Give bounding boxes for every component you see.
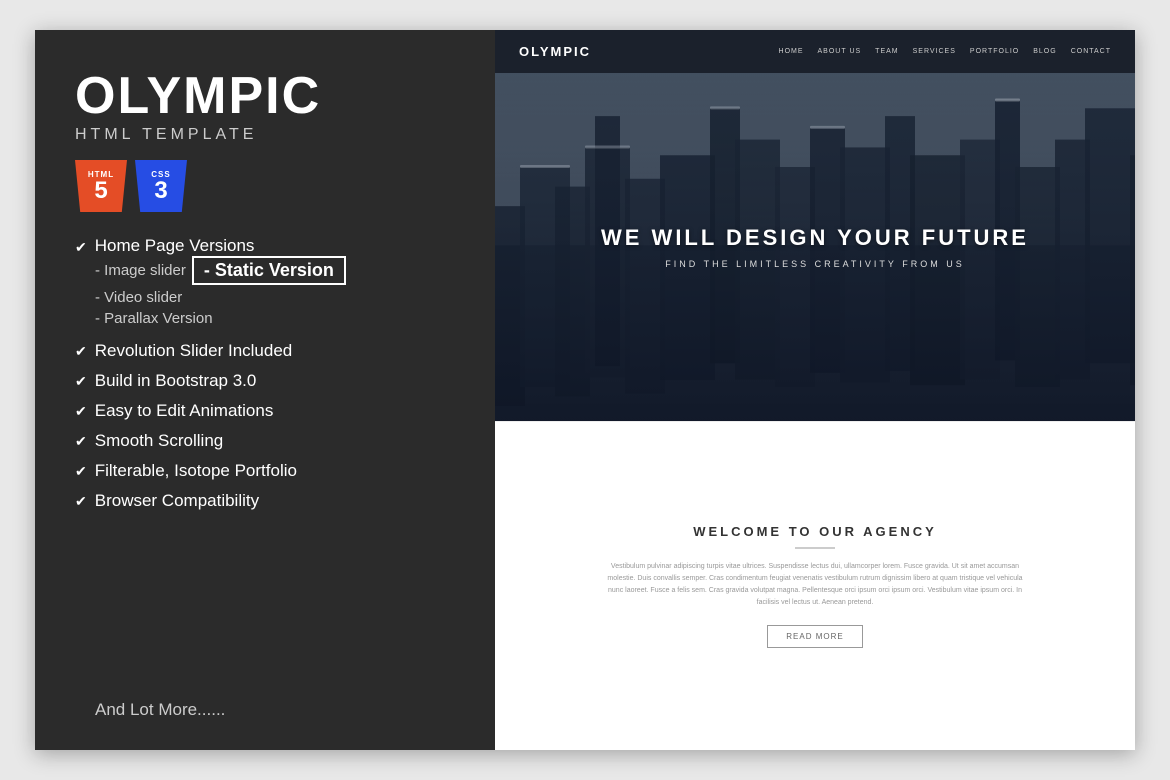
nav-contact[interactable]: CONTACT	[1071, 48, 1111, 55]
sub-item-image: - Image slider - Static Version	[95, 256, 346, 285]
agency-title: WELCOME TO OUR AGENCY	[693, 524, 937, 539]
check-icon-animations: ✔	[75, 403, 87, 420]
sub-item-video: - Video slider	[95, 289, 346, 306]
preview-agency: WELCOME TO OUR AGENCY Vestibulum pulvina…	[495, 421, 1135, 750]
css3-badge: CSS 3	[135, 160, 187, 212]
check-icon-browser: ✔	[75, 493, 87, 510]
agency-divider	[795, 547, 835, 549]
check-icon-bootstrap: ✔	[75, 373, 87, 390]
bootstrap-label: Build in Bootstrap 3.0	[95, 371, 257, 391]
feature-browser: ✔ Browser Compatibility	[75, 491, 465, 511]
html5-num: 5	[94, 179, 107, 203]
sub-item-parallax: - Parallax Version	[95, 310, 346, 327]
animations-label: Easy to Edit Animations	[95, 401, 274, 421]
browser-label: Browser Compatibility	[95, 491, 259, 511]
badges-row: HTML 5 CSS 3	[75, 160, 465, 212]
revolution-label: Revolution Slider Included	[95, 341, 293, 361]
homepage-versions-label: Home Page Versions	[95, 236, 255, 256]
check-icon-isotope: ✔	[75, 463, 87, 480]
preview-navbar: OLYMPIC HOME ABOUT US TEAM SERVICES PORT…	[495, 30, 1135, 73]
check-icon: ✔	[75, 239, 87, 256]
video-slider-label: - Video slider	[95, 289, 182, 306]
preview-hero: OLYMPIC HOME ABOUT US TEAM SERVICES PORT…	[495, 30, 1135, 421]
nav-about[interactable]: ABOUT US	[818, 48, 862, 55]
check-icon-scrolling: ✔	[75, 433, 87, 450]
parallax-label: - Parallax Version	[95, 310, 213, 327]
nav-portfolio[interactable]: PORTFOLIO	[970, 48, 1019, 55]
left-panel: OLYMPIC HTML TEMPLATE HTML 5 CSS 3 ✔ Hom…	[35, 30, 495, 750]
html5-badge: HTML 5	[75, 160, 127, 212]
feature-animations: ✔ Easy to Edit Animations	[75, 401, 465, 421]
read-more-button[interactable]: READ MORE	[767, 625, 862, 648]
and-more: And Lot More......	[75, 700, 465, 720]
agency-body-text: Vestibulum pulvinar adipiscing turpis vi…	[605, 561, 1025, 609]
image-slider-label: - Image slider	[95, 262, 186, 279]
check-icon-revolution: ✔	[75, 343, 87, 360]
main-wrapper: OLYMPIC HTML TEMPLATE HTML 5 CSS 3 ✔ Hom…	[35, 30, 1135, 750]
isotope-label: Filterable, Isotope Portfolio	[95, 461, 297, 481]
hero-subtitle: FIND THE LIMITLESS CREATIVITY FROM US	[665, 259, 965, 269]
scrolling-label: Smooth Scrolling	[95, 431, 224, 451]
hero-title: WE WILL DESIGN YOUR FUTURE	[601, 225, 1029, 251]
feature-scrolling: ✔ Smooth Scrolling	[75, 431, 465, 451]
homepage-versions-item: ✔ Home Page Versions - Image slider - St…	[75, 236, 465, 331]
features-list: ✔ Home Page Versions - Image slider - St…	[75, 236, 465, 692]
right-panel: OLYMPIC HOME ABOUT US TEAM SERVICES PORT…	[495, 30, 1135, 750]
nav-team[interactable]: TEAM	[875, 48, 898, 55]
preview-logo: OLYMPIC	[519, 44, 591, 59]
preview-nav-links: HOME ABOUT US TEAM SERVICES PORTFOLIO BL…	[779, 48, 1111, 55]
css3-num: 3	[154, 179, 167, 203]
sub-items-list: - Image slider - Static Version - Video …	[75, 256, 346, 327]
brand-subtitle: HTML TEMPLATE	[75, 126, 465, 144]
nav-home[interactable]: HOME	[779, 48, 804, 55]
preview-hero-content: WE WILL DESIGN YOUR FUTURE FIND THE LIMI…	[495, 73, 1135, 421]
static-version-label: - Static Version	[192, 256, 346, 285]
feature-bootstrap: ✔ Build in Bootstrap 3.0	[75, 371, 465, 391]
nav-services[interactable]: SERVICES	[913, 48, 956, 55]
feature-isotope: ✔ Filterable, Isotope Portfolio	[75, 461, 465, 481]
nav-blog[interactable]: BLOG	[1033, 48, 1056, 55]
feature-revolution: ✔ Revolution Slider Included	[75, 341, 465, 361]
brand-title: OLYMPIC	[75, 70, 465, 122]
